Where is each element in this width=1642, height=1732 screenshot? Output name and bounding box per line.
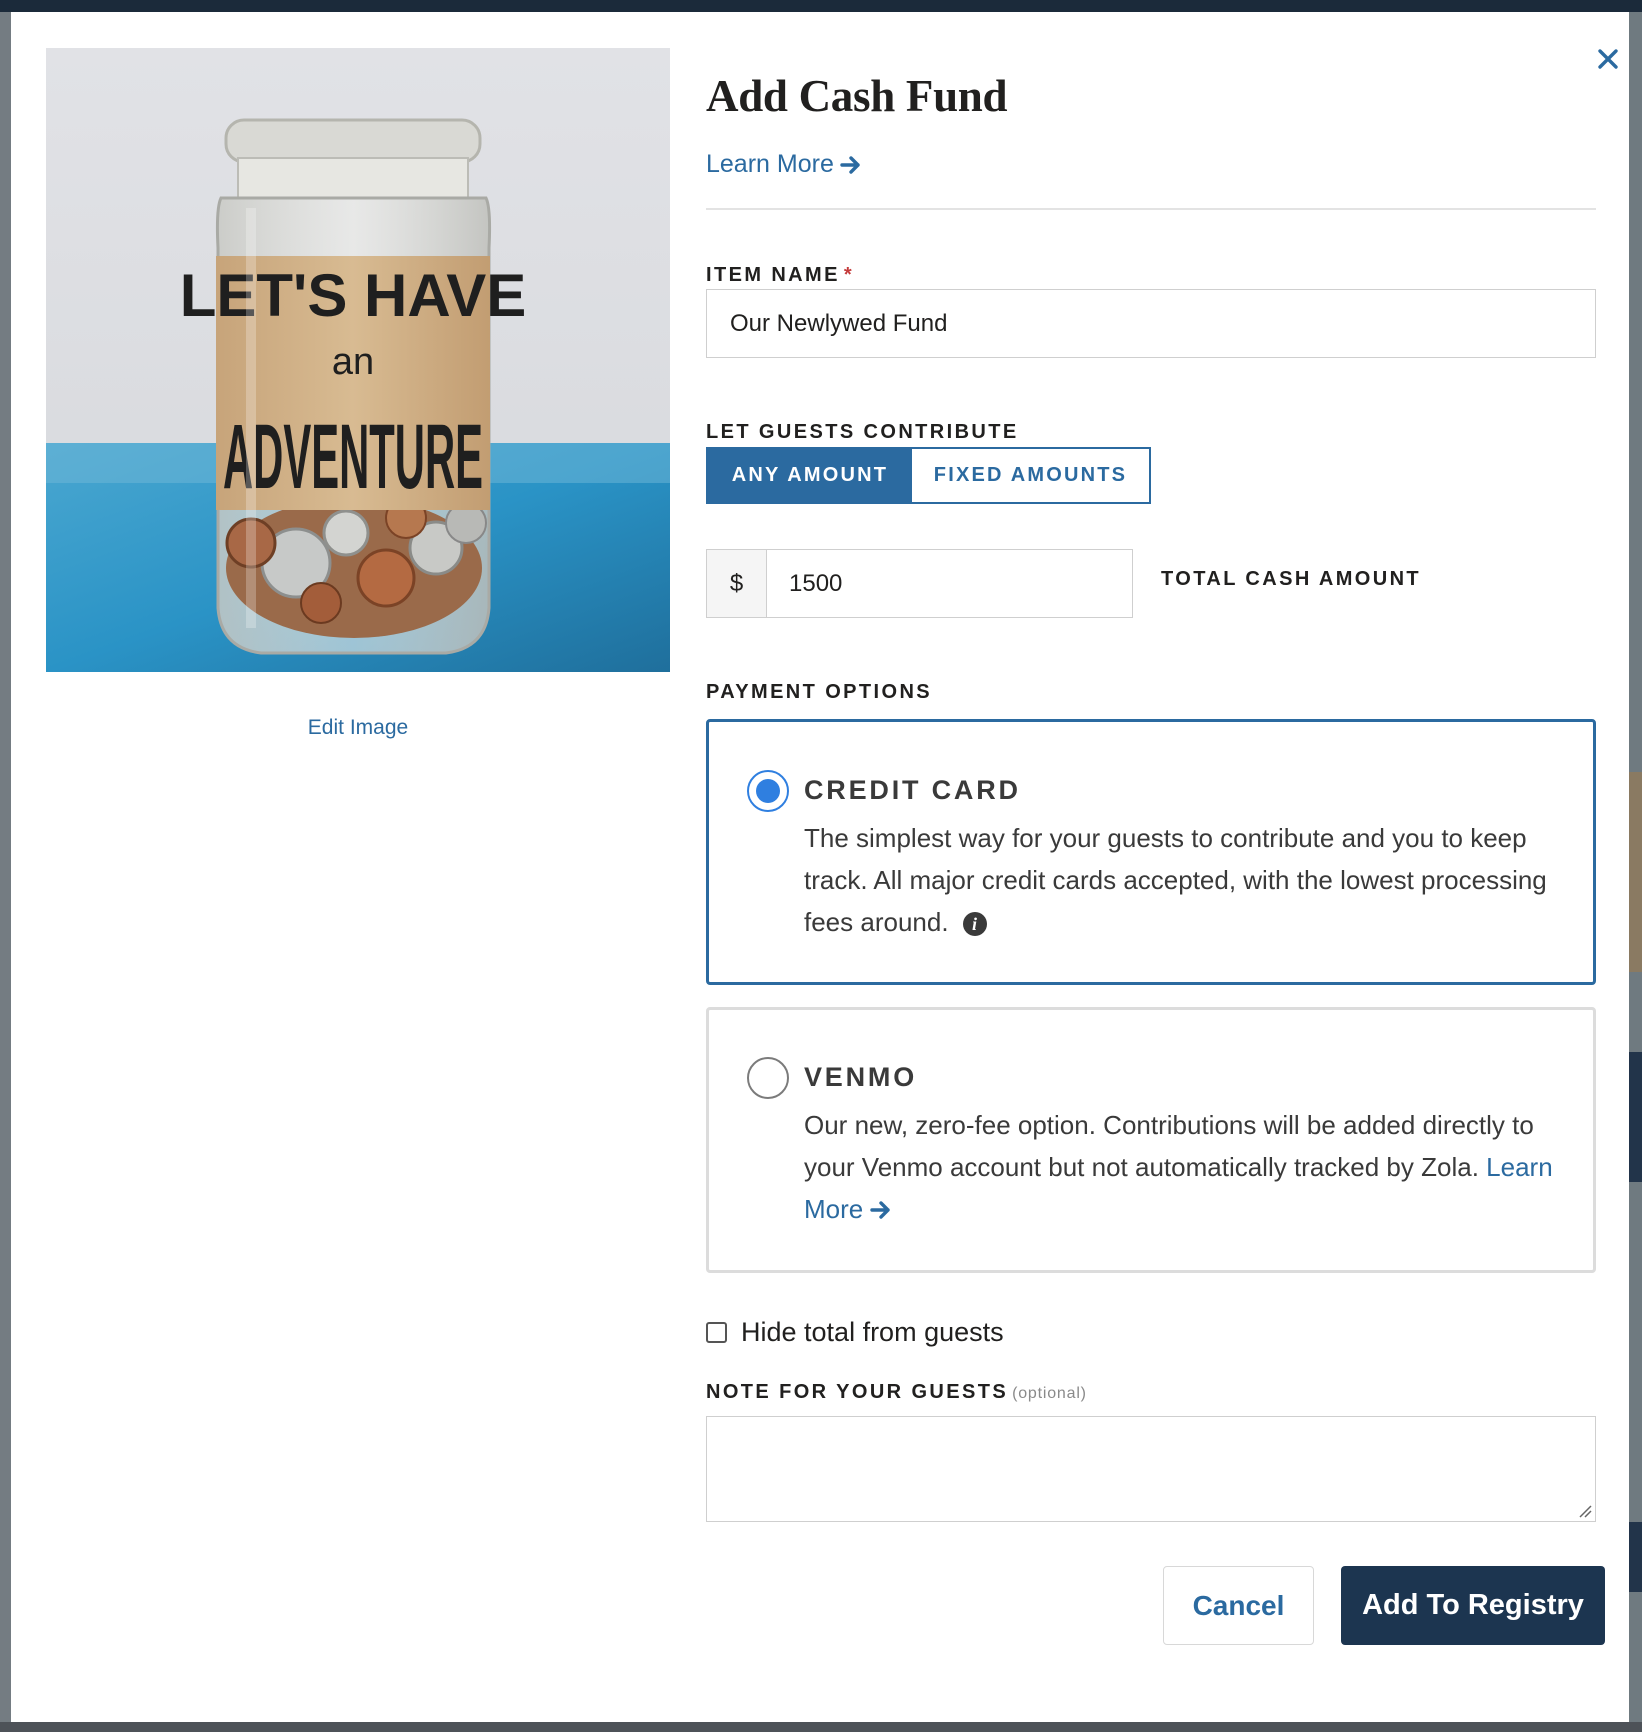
- backdrop-right: [1628, 12, 1642, 1732]
- jar-label-line2: an: [332, 341, 374, 383]
- learn-more-label: Learn More: [706, 150, 834, 178]
- learn-more-link[interactable]: Learn More: [706, 150, 862, 179]
- close-button[interactable]: [1588, 39, 1628, 79]
- venmo-description: Our new, zero-fee option. Contributions …: [804, 1104, 1574, 1230]
- cancel-button[interactable]: Cancel: [1163, 1566, 1314, 1645]
- add-to-registry-button[interactable]: Add To Registry: [1341, 1566, 1605, 1645]
- hide-total-label: Hide total from guests: [741, 1317, 1004, 1347]
- payment-options-label: Payment Options: [706, 681, 933, 703]
- note-label: Note for your guests (optional): [706, 1381, 1087, 1404]
- amount-input[interactable]: $ 1500: [706, 549, 1133, 618]
- venmo-radio[interactable]: [747, 1057, 789, 1099]
- currency-prefix: $: [707, 550, 767, 617]
- credit-card-description-text: The simplest way for your guests to cont…: [804, 823, 1547, 937]
- venmo-title: VENMO: [804, 1062, 918, 1092]
- item-name-input[interactable]: Our Newlywed Fund: [706, 289, 1596, 358]
- note-textarea[interactable]: [706, 1416, 1596, 1522]
- contribute-label: Let Guests Contribute: [706, 421, 1019, 443]
- close-icon: [1598, 49, 1618, 69]
- credit-card-title: CREDIT CARD: [804, 775, 1021, 805]
- credit-card-option[interactable]: CREDIT CARD The simplest way for your gu…: [706, 719, 1596, 985]
- hide-total-row: Hide total from guests: [706, 1317, 1004, 1348]
- optional-hint: (optional): [1012, 1385, 1087, 1402]
- contribute-toggle: ANY AMOUNT FIXED AMOUNTS: [706, 447, 1151, 504]
- required-marker: *: [843, 264, 855, 286]
- fixed-amounts-button[interactable]: FIXED AMOUNTS: [912, 449, 1149, 502]
- edit-image-link[interactable]: Edit Image: [46, 716, 670, 740]
- backdrop-left: [0, 12, 11, 1732]
- arrow-right-icon: [840, 155, 860, 174]
- total-cash-amount-label: Total Cash Amount: [1161, 568, 1422, 590]
- modal-title: Add Cash Fund: [706, 71, 1008, 121]
- credit-card-radio[interactable]: [747, 770, 789, 812]
- fund-photo: LET'S HAVE an ADVENTURE: [46, 48, 670, 672]
- resize-handle-icon[interactable]: [1578, 1504, 1592, 1518]
- backdrop-topbar: [0, 0, 1642, 12]
- coin-jar-image: LET'S HAVE an ADVENTURE: [46, 48, 670, 672]
- venmo-description-text: Our new, zero-fee option. Contributions …: [804, 1110, 1534, 1182]
- credit-card-description: The simplest way for your guests to cont…: [804, 817, 1574, 943]
- item-name-label: Item Name *: [706, 264, 854, 287]
- arrow-right-icon: [870, 1201, 891, 1219]
- item-name-label-text: Item Name: [706, 264, 840, 286]
- note-label-text: Note for your guests: [706, 1381, 1009, 1403]
- venmo-option[interactable]: VENMO Our new, zero-fee option. Contribu…: [706, 1007, 1596, 1273]
- backdrop-bottom: [0, 1722, 1642, 1732]
- item-name-value: Our Newlywed Fund: [730, 309, 948, 337]
- jar-label-line1: LET'S HAVE: [180, 262, 527, 329]
- header-divider: [706, 208, 1596, 210]
- jar-label-line3: ADVENTURE: [223, 406, 483, 508]
- hide-total-checkbox[interactable]: [706, 1322, 727, 1343]
- info-icon[interactable]: i: [962, 912, 987, 937]
- amount-value: 1500: [789, 569, 843, 597]
- add-cash-fund-modal: LET'S HAVE an ADVENTURE Edit Image Add C…: [11, 12, 1629, 1722]
- any-amount-button[interactable]: ANY AMOUNT: [708, 449, 912, 502]
